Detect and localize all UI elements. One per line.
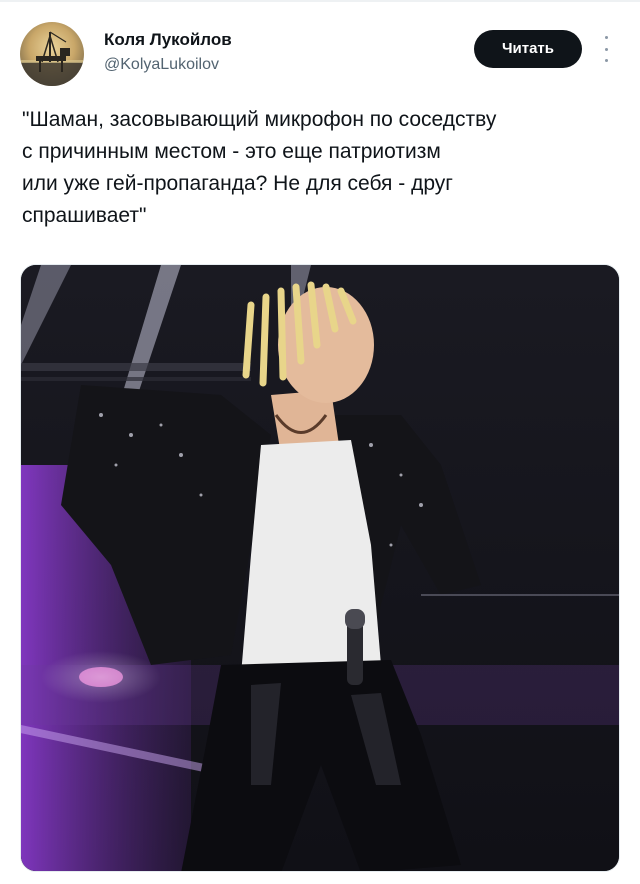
user-handle[interactable]: @KolyaLukoilov — [104, 56, 232, 74]
more-vertical-icon[interactable] — [598, 36, 614, 62]
tweet-header: Коля Лукойлов @KolyaLukoilov Читать — [0, 0, 640, 100]
author-block: Коля Лукойлов @KolyaLukoilov — [104, 30, 232, 74]
follow-button[interactable]: Читать — [474, 30, 582, 68]
avatar[interactable] — [20, 22, 84, 86]
concert-photo — [21, 265, 619, 871]
tweet-text: "Шаман, засовывающий микрофон по соседст… — [22, 108, 497, 227]
tweet-photo[interactable] — [20, 264, 620, 872]
oil-rig-icon — [20, 31, 84, 86]
display-name[interactable]: Коля Лукойлов — [104, 30, 232, 50]
